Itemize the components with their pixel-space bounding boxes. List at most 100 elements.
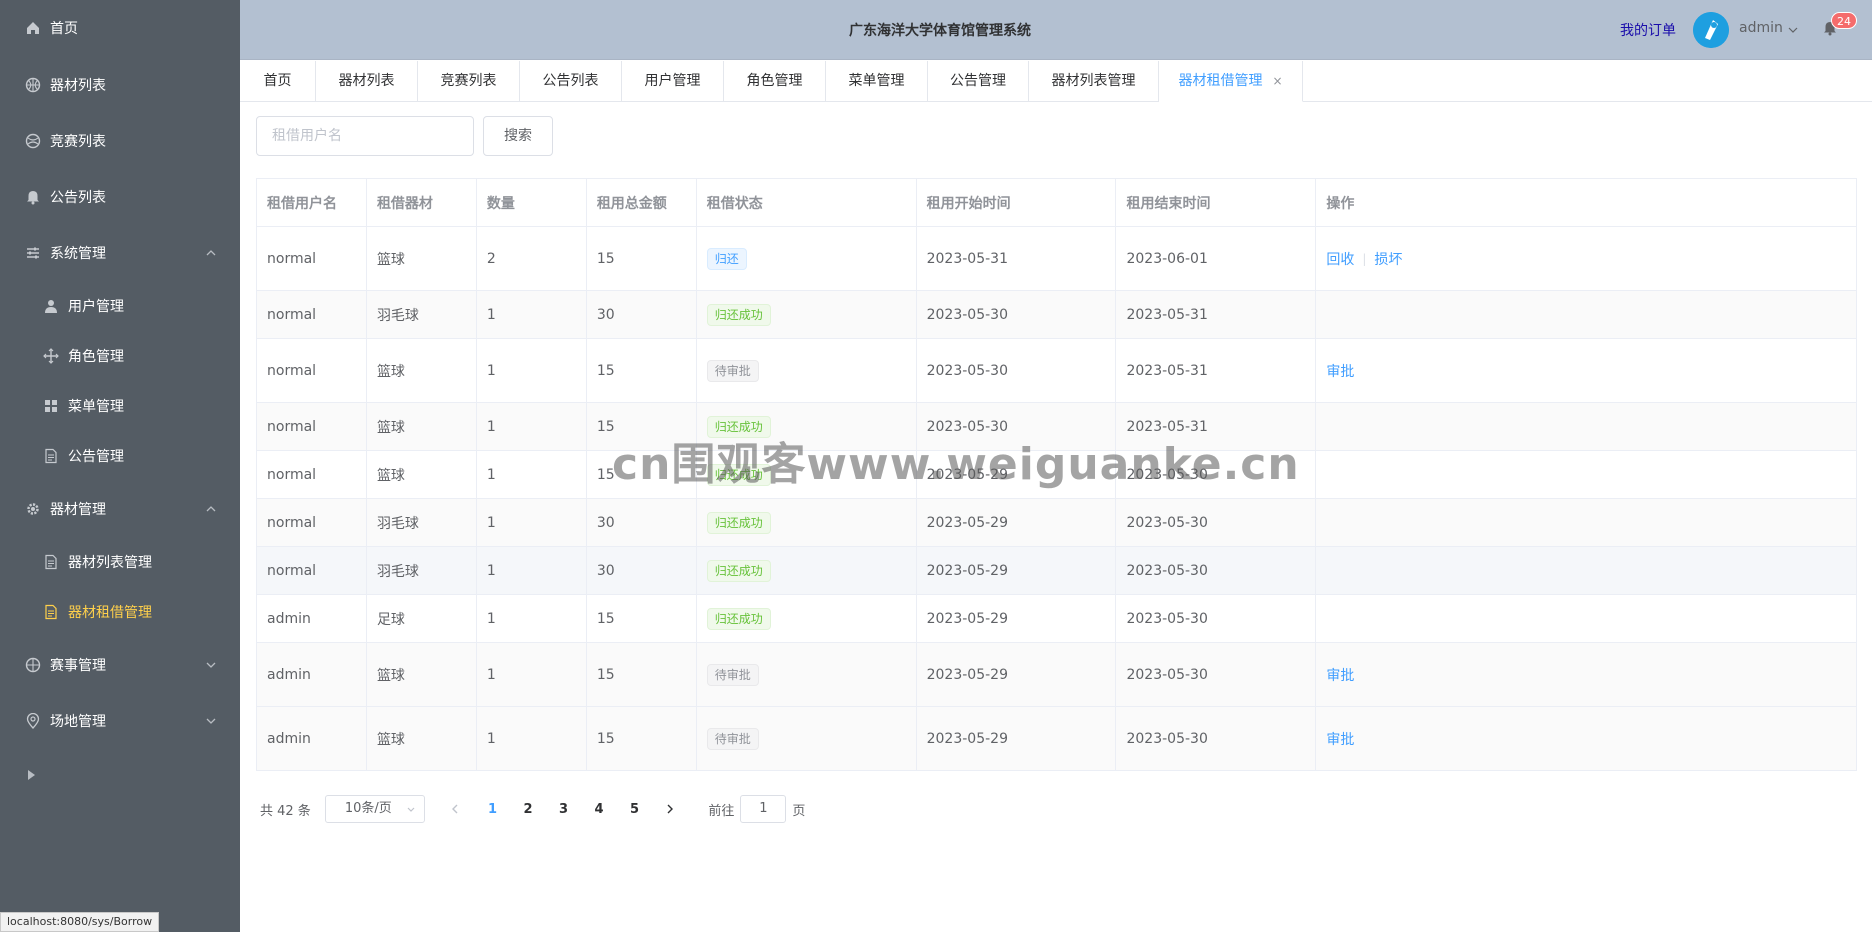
tab-label: 竞赛列表 — [440, 73, 497, 89]
sidebar-item-label: 竞赛列表 — [50, 134, 106, 150]
cell-status: 归还成功 — [697, 291, 917, 338]
sidebar-item-equipment-borrow-management[interactable]: 器材租借管理 — [0, 587, 240, 637]
cell-qty: 1 — [477, 547, 587, 594]
tab-equipment-list[interactable]: 器材列表 — [316, 61, 418, 102]
action-link[interactable]: 回收 — [1326, 249, 1354, 269]
my-orders-link[interactable]: 我的订单 — [1620, 20, 1676, 40]
menu-grid-icon — [42, 397, 60, 415]
next-page-button[interactable] — [660, 795, 680, 823]
cell-end: 2023-05-30 — [1116, 643, 1317, 706]
document-icon — [42, 603, 60, 621]
chevron-down-icon — [407, 807, 415, 812]
column-header: 租借状态 — [697, 179, 917, 226]
tab-notice-list[interactable]: 公告列表 — [520, 61, 622, 102]
status-badge: 归还成功 — [706, 511, 771, 534]
cell-start: 2023-05-31 — [917, 227, 1117, 290]
sidebar-item-competition-list[interactable]: 竞赛列表 — [0, 113, 240, 169]
sidebar-item-label: 用户管理 — [68, 299, 124, 315]
cell-user: normal — [257, 291, 367, 338]
sidebar-item-equipment-list-management[interactable]: 器材列表管理 — [0, 537, 240, 587]
tab-role-management[interactable]: 角色管理 — [724, 61, 826, 102]
tab-equipment-list-management[interactable]: 器材列表管理 — [1029, 61, 1159, 102]
page-size-select[interactable]: 10条/页 — [324, 795, 425, 823]
chevron-down-icon — [206, 718, 216, 724]
sidebar-item-label: 赛事管理 — [50, 658, 106, 674]
cell-actions: 审批 — [1316, 643, 1858, 706]
tab-bar: 首页 器材列表 竞赛列表 公告列表 用户管理 角色管理 菜单管理 公告管理 器材… — [240, 61, 1872, 102]
sidebar-item-role-management[interactable]: 角色管理 — [0, 331, 240, 381]
cell-qty: 1 — [477, 499, 587, 546]
prev-page-button[interactable] — [445, 795, 465, 823]
document-icon — [42, 447, 60, 465]
action-divider: | — [1362, 251, 1367, 266]
cell-actions — [1316, 547, 1858, 594]
cell-status: 归还成功 — [697, 547, 917, 594]
sidebar-item-home[interactable]: 首页 — [0, 0, 240, 56]
cell-user: admin — [257, 643, 367, 706]
column-header: 租借用户名 — [257, 179, 367, 226]
close-icon[interactable]: × — [1272, 61, 1282, 101]
cell-item: 篮球 — [367, 403, 477, 450]
page-number[interactable]: 1 — [475, 802, 511, 817]
table-row: normal 羽毛球 1 30 归还成功 2023-05-29 2023-05-30 — [257, 499, 1858, 547]
sidebar-item-label: 系统管理 — [50, 246, 106, 262]
pagination: 共 42 条 10条/页 1 2 3 4 5 前往 1 页 — [256, 795, 805, 823]
sidebar-item-label: 器材管理 — [50, 502, 106, 518]
action-link[interactable]: 审批 — [1326, 361, 1354, 381]
cell-start: 2023-05-29 — [917, 707, 1117, 770]
action-link[interactable]: 损坏 — [1374, 249, 1402, 269]
cell-start: 2023-05-29 — [917, 499, 1117, 546]
status-url: localhost:8080/sys/Borrow — [0, 912, 160, 932]
cell-user: admin — [257, 595, 367, 642]
sidebar-item-system-management[interactable]: 系统管理 — [0, 225, 240, 281]
cell-item: 羽毛球 — [367, 547, 477, 594]
avatar[interactable] — [1693, 12, 1729, 48]
cell-actions: 审批 — [1316, 339, 1858, 402]
chevron-down-icon — [206, 662, 216, 668]
sidebar-item-equipment-list[interactable]: 器材列表 — [0, 57, 240, 113]
tab-label: 用户管理 — [644, 73, 701, 89]
sidebar-item-menu-management[interactable]: 菜单管理 — [0, 381, 240, 431]
sidebar-item-label: 器材列表管理 — [68, 555, 152, 571]
tab-label: 菜单管理 — [848, 73, 905, 89]
table-row: admin 篮球 1 15 待审批 2023-05-29 2023-05-30 审批 — [257, 643, 1858, 707]
tab-label: 公告列表 — [542, 73, 599, 89]
sidebar-item-venue-management[interactable]: 场地管理 — [0, 693, 240, 749]
page-number[interactable]: 4 — [581, 802, 617, 817]
tab-home[interactable]: 首页 — [240, 61, 316, 102]
cell-status: 待审批 — [697, 707, 917, 770]
sidebar-item-event-management[interactable]: 赛事管理 — [0, 637, 240, 693]
chevron-down-icon[interactable] — [1787, 24, 1799, 36]
cell-actions — [1316, 595, 1858, 642]
sidebar-item-notice-management[interactable]: 公告管理 — [0, 431, 240, 481]
borrower-search-input[interactable]: 租借用户名 — [256, 116, 474, 156]
user-menu[interactable]: admin — [1739, 20, 1783, 36]
sidebar-item-equipment-management[interactable]: 器材管理 — [0, 481, 240, 537]
action-link[interactable]: 审批 — [1326, 729, 1354, 749]
tab-equipment-borrow-management[interactable]: 器材租借管理 × — [1159, 61, 1303, 102]
status-badge: 归还成功 — [706, 559, 771, 582]
sidebar-item-notice-list[interactable]: 公告列表 — [0, 169, 240, 225]
page-number[interactable]: 3 — [546, 802, 582, 817]
page-number[interactable]: 2 — [510, 802, 546, 817]
action-link[interactable]: 审批 — [1326, 665, 1354, 685]
tab-notice-management[interactable]: 公告管理 — [928, 61, 1029, 102]
home-icon — [24, 19, 42, 37]
search-button[interactable]: 搜索 — [483, 116, 553, 156]
collapse-caret-icon[interactable] — [24, 768, 38, 782]
tab-label: 器材列表 — [338, 73, 395, 89]
page-number[interactable]: 5 — [617, 802, 653, 817]
tab-competition-list[interactable]: 竞赛列表 — [418, 61, 520, 102]
cell-status: 归还成功 — [697, 595, 917, 642]
cell-actions: 审批 — [1316, 707, 1858, 770]
chevron-left-icon — [451, 804, 458, 814]
goto-page-input[interactable]: 1 — [740, 795, 787, 823]
tab-user-management[interactable]: 用户管理 — [622, 61, 724, 102]
tab-menu-management[interactable]: 菜单管理 — [826, 61, 928, 102]
top-header: 广东海洋大学体育馆管理系统 我的订单 admin 24 — [240, 0, 1872, 60]
cell-end: 2023-05-30 — [1116, 595, 1317, 642]
cell-item: 篮球 — [367, 451, 477, 498]
sidebar-item-user-management[interactable]: 用户管理 — [0, 281, 240, 331]
status-badge: 待审批 — [706, 663, 759, 686]
sidebar-item-label: 公告列表 — [50, 190, 106, 206]
